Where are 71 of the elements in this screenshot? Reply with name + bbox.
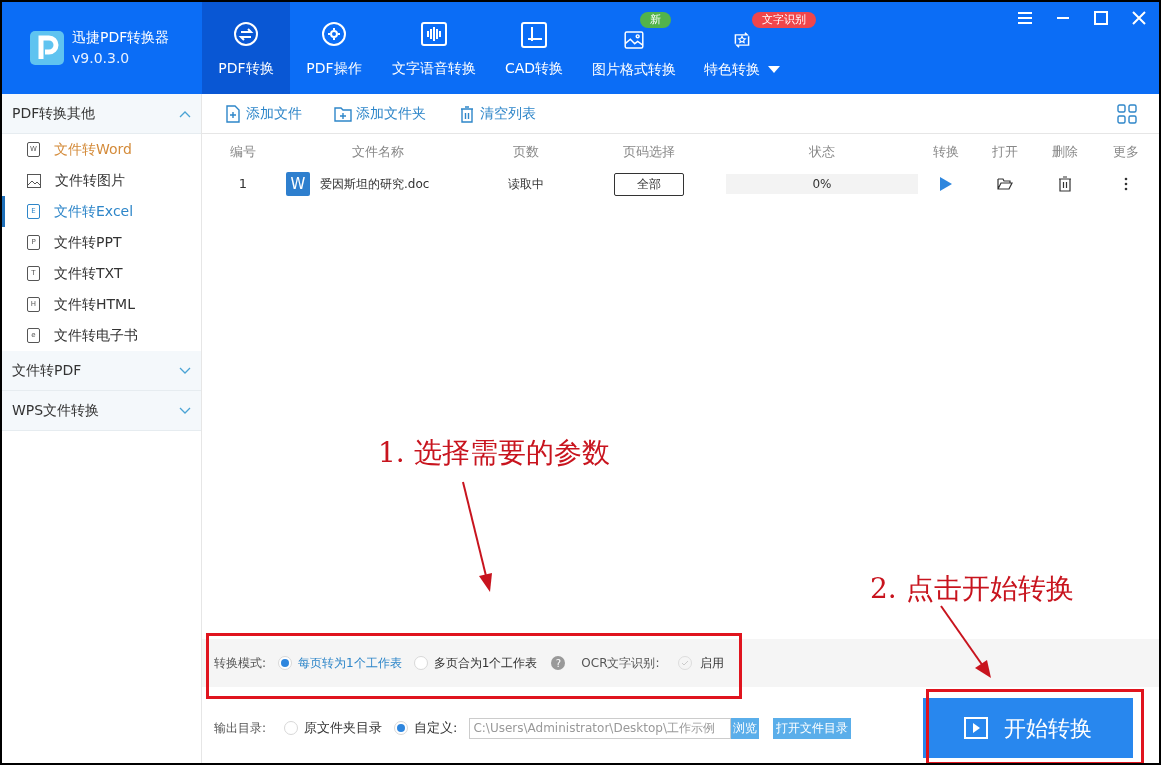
column-header: 状态 xyxy=(808,143,836,161)
sidebar-group-header[interactable]: PDF转换其他 xyxy=(2,94,201,134)
ocr-label: OCR文字识别: xyxy=(581,655,660,672)
toolbar-button[interactable]: 清空列表 xyxy=(458,103,536,124)
image-icon xyxy=(27,173,41,188)
nav-tab[interactable]: PDF操作 xyxy=(290,2,378,94)
column-header: 打开 xyxy=(991,143,1019,161)
chevron-icon xyxy=(179,109,191,118)
folder-icon[interactable] xyxy=(997,177,1013,191)
chevron-icon xyxy=(179,366,191,375)
ocr-option-label: 启用 xyxy=(699,655,724,672)
sidebar-item[interactable]: 文件转图片 xyxy=(2,165,201,196)
sidebar-group-header[interactable]: 文件转PDF xyxy=(2,351,201,391)
nav-tab[interactable]: 文字语音转换 xyxy=(378,2,490,94)
radio-button[interactable] xyxy=(394,721,409,735)
radio-button[interactable] xyxy=(413,656,428,670)
check-icon xyxy=(680,660,689,666)
start-convert-button[interactable]: 开始转换 xyxy=(923,698,1133,758)
annotation-text: 1. 选择需要的参数 xyxy=(378,435,610,471)
output-label: 输出目录: xyxy=(214,720,267,737)
file-name: 爱因斯坦的研究.doc xyxy=(320,176,430,193)
table-cell-text: 1 xyxy=(237,175,249,194)
close-icon[interactable] xyxy=(1131,10,1147,26)
progress-bar: 0% xyxy=(726,174,918,194)
radio-label: 每页转为1个工作表 xyxy=(298,655,402,672)
radio-button[interactable] xyxy=(284,721,299,735)
nav-tab[interactable]: CAD转换 xyxy=(490,2,578,94)
column-header: 文件名称 xyxy=(351,143,405,161)
trash-icon[interactable] xyxy=(1058,176,1072,192)
word-file-icon: W xyxy=(286,172,310,196)
play-icon[interactable] xyxy=(939,176,953,192)
toolbar-button[interactable]: 添加文件 xyxy=(224,103,302,124)
nav-tab[interactable]: 图片格式转换 xyxy=(578,29,690,94)
open-folder-button[interactable]: 打开文件目录 xyxy=(773,717,852,739)
output-path-field[interactable]: C:\Users\Administrator\Desktop\工作示例 xyxy=(469,717,732,739)
page-select-button[interactable]: 全部 xyxy=(614,172,684,196)
image-icon xyxy=(623,29,645,51)
column-header: 删除 xyxy=(1051,143,1079,161)
options-panel: 转换模式: 每页转为1个工作表 多页合为1个工作表 ? OCR文字识别: 启用 xyxy=(202,639,1159,687)
app-version: v9.0.3.0 xyxy=(72,49,131,68)
nav-tab[interactable]: PDF转换 xyxy=(202,2,290,94)
app-logo-icon xyxy=(30,31,64,65)
play-icon xyxy=(964,717,988,739)
column-header: 页数 xyxy=(512,143,540,161)
tab-badge: 文字识别 xyxy=(752,12,816,28)
radio-label: 自定义: xyxy=(414,719,458,738)
browse-button[interactable]: 浏览 xyxy=(731,717,760,739)
help-icon[interactable]: ? xyxy=(551,656,566,670)
radio-label: 多页合为1个工作表 xyxy=(433,655,538,672)
maximize-icon[interactable] xyxy=(1093,10,1109,26)
chevron-icon xyxy=(179,406,191,415)
more-icon[interactable] xyxy=(1124,177,1128,191)
radio-button[interactable] xyxy=(278,656,293,670)
column-header: 页码选择 xyxy=(622,143,676,161)
toolbar-button[interactable]: 添加文件夹 xyxy=(334,103,426,124)
cad-icon xyxy=(519,20,549,50)
column-header: 更多 xyxy=(1112,143,1140,161)
nav-tab[interactable]: 特色转换 xyxy=(690,29,794,94)
annotation-text: 2. 点击开始转换 xyxy=(870,571,1074,607)
tab-badge: 新 xyxy=(640,12,671,28)
column-header: 转换 xyxy=(932,143,960,161)
menu-icon[interactable] xyxy=(1017,10,1033,26)
column-header: 编号 xyxy=(229,143,257,161)
app-name: 迅捷PDF转换器 xyxy=(72,28,170,47)
add-file-icon xyxy=(224,104,242,123)
add-folder-icon xyxy=(334,104,352,123)
grid-view-icon[interactable] xyxy=(1117,103,1137,124)
table-cell-text: 读取中 xyxy=(507,176,545,193)
trash-icon xyxy=(458,104,476,123)
sidebar-group-header[interactable]: WPS文件转换 xyxy=(2,391,201,431)
radio-label: 原文件夹目录 xyxy=(304,719,383,738)
